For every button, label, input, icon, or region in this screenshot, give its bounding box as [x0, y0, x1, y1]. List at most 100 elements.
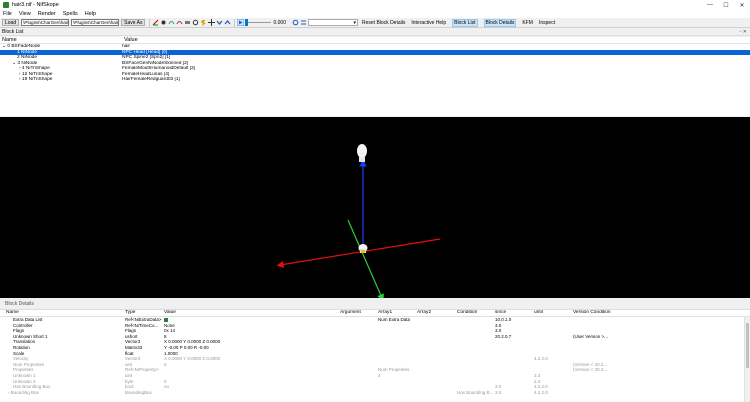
detail-value[interactable]: X 0.0000 Y 0.0000 Z 0.0000 — [164, 339, 339, 344]
draw-furniture-icon[interactable] — [184, 19, 191, 26]
column-name[interactable]: Name — [6, 310, 114, 315]
tree-node-value: NPC Head [Head] [0] — [122, 49, 168, 55]
menu-help[interactable]: Help — [85, 11, 96, 17]
tree-node-value: FemaleMouthHumanoidDefault [3] — [122, 66, 196, 72]
scrollbar-thumb[interactable] — [746, 323, 749, 368]
column-array2[interactable]: Array2 — [417, 310, 457, 315]
tree-row[interactable]: ⌄ 0 BSFadeNode hair — [0, 44, 750, 50]
tree-node-name: › 12 NiTriShape — [19, 71, 53, 77]
detail-name: Has Bounding Box — [13, 384, 51, 390]
block-details-column-header: Name Type Value Argument Array1 Array2 C… — [0, 310, 750, 317]
tree-row-selected[interactable]: 1 NiNode NPC Head [Head] [0] — [0, 49, 750, 55]
detail-name: Extra Data List — [13, 317, 43, 322]
column-value[interactable]: Value — [164, 310, 339, 315]
tree-node-value: BSFaceGenNiNodeSkinned [2] — [122, 60, 189, 66]
animation-select[interactable]: ▾ — [308, 19, 358, 26]
load-button[interactable]: Load — [2, 19, 20, 26]
save-as-button[interactable]: Save As — [121, 19, 146, 26]
view-flip-icon[interactable] — [224, 19, 231, 26]
detail-value[interactable]: None — [164, 323, 339, 328]
block-list-toggle[interactable]: Block List — [452, 18, 478, 27]
close-button[interactable]: ✕ — [734, 0, 750, 10]
detail-type: BoundingBox — [125, 389, 152, 395]
animation-time-value: 0.000 — [273, 19, 286, 26]
switch-animation-icon[interactable] — [300, 19, 307, 26]
detail-value[interactable]: 0 — [164, 379, 339, 384]
detail-type: bool — [125, 384, 134, 390]
detail-type: Ref<NiTimeCo... — [125, 322, 159, 328]
block-details-title: Block Details — [5, 301, 34, 307]
minimize-button[interactable]: — — [702, 0, 718, 10]
column-value[interactable]: Value — [122, 37, 138, 43]
load-path-input[interactable]: \Plugins\CharGen\hair3.nif — [21, 19, 70, 26]
column-until[interactable]: until — [534, 310, 572, 315]
play-animation-icon[interactable] — [237, 19, 245, 26]
detail-value[interactable]: 0x 14 — [164, 328, 339, 333]
detail-name: Unknown Short 1 — [13, 333, 48, 339]
tree-row[interactable]: › 19 NiTriShape HairFemaleRedguard03 [1] — [0, 77, 750, 83]
block-details-scrollbar[interactable] — [744, 317, 750, 402]
detail-value[interactable]: Y -0.00 P 0.00 R -0.00 — [164, 345, 339, 350]
inspect-toggle[interactable]: Inspect — [539, 20, 555, 26]
render-viewport[interactable] — [0, 117, 750, 302]
link-icon — [164, 317, 168, 322]
tree-row[interactable]: ⌄ 3 NiNode BSFaceGenNiNodeSkinned [2] — [0, 61, 750, 67]
draw-havok-icon[interactable] — [168, 19, 175, 26]
detail-version-condition: (User Version >... — [573, 333, 608, 339]
snap-icon[interactable] — [208, 19, 216, 26]
toolbar-separator — [234, 18, 236, 27]
panel-float-close-icon[interactable]: ▫ ✕ — [740, 29, 747, 35]
save-path-input[interactable]: \Plugins\CharGen\hair3.nif — [71, 19, 120, 26]
detail-value[interactable]: 1.0000 — [164, 351, 339, 356]
detail-type: Matrix33 — [125, 344, 143, 350]
column-array1[interactable]: Array1 — [378, 310, 416, 315]
detail-array1: Num Properties — [378, 367, 410, 373]
draw-nodes-icon[interactable] — [160, 19, 167, 26]
detail-type: uint — [125, 372, 133, 378]
detail-type: Ref<NiExtraData> — [125, 317, 162, 322]
maximize-button[interactable]: ☐ — [718, 0, 734, 10]
interactive-help-button[interactable]: Interactive Help — [411, 20, 446, 26]
tree-row[interactable]: 2 NiNode NPC Spine2 [Spn2] [1] — [0, 55, 750, 61]
menu-file[interactable]: File — [3, 11, 12, 17]
menu-view[interactable]: View — [19, 11, 31, 17]
column-type[interactable]: Type — [125, 310, 163, 315]
column-argument[interactable]: Argument — [340, 310, 376, 315]
lighting-icon[interactable] — [200, 19, 207, 26]
reset-block-details-button[interactable]: Reset Block Details — [362, 20, 405, 26]
window-title: hair3.nif - NifSkope — [12, 2, 59, 8]
detail-name: Velocity — [13, 356, 29, 362]
detail-value[interactable]: no — [164, 384, 339, 389]
detail-row[interactable]: › Bounding Box BoundingBox Has Bounding … — [0, 390, 750, 396]
draw-constraints-icon[interactable] — [176, 19, 183, 26]
column-condition[interactable]: Condition — [457, 310, 495, 315]
detail-value[interactable]: 8 — [164, 334, 339, 339]
draw-axes-icon[interactable] — [152, 19, 159, 26]
loop-icon[interactable] — [292, 19, 299, 26]
menu-bar: File View Render Spells Help — [0, 10, 750, 18]
tree-node-value: HairFemaleRedguard03 [1] — [122, 77, 180, 83]
menu-spells[interactable]: Spells — [63, 11, 78, 17]
show-hidden-icon[interactable] — [192, 19, 199, 26]
node-marker — [361, 250, 365, 253]
detail-name: Num Properties — [13, 361, 45, 367]
column-name[interactable]: Name — [0, 37, 122, 43]
detail-since: 3.0 — [495, 389, 502, 395]
tree-node-value: NPC Spine2 [Spn2] [1] — [122, 55, 171, 61]
tree-row[interactable]: › 4 NiTriShape FemaleMouthHumanoidDefaul… — [0, 66, 750, 72]
block-details-toggle[interactable]: Block Details — [483, 18, 517, 27]
head-model[interactable] — [357, 144, 367, 162]
detail-value[interactable]: 0 — [164, 362, 339, 367]
column-version-condition[interactable]: Version Condition — [573, 310, 633, 315]
detail-name: › Bounding Box — [8, 389, 39, 395]
view-walk-icon[interactable] — [216, 19, 223, 26]
column-since[interactable]: since — [495, 310, 533, 315]
tree-node-name: › 4 NiTriShape — [19, 66, 50, 72]
block-list-column-header: Name Value — [0, 37, 750, 44]
detail-value[interactable]: X 0.0000 Y 0.0000 Z 0.0000 — [164, 356, 339, 361]
detail-name: Unknown 2 — [13, 378, 36, 384]
menu-render[interactable]: Render — [38, 11, 56, 17]
tree-row[interactable]: › 12 NiTriShape FemaleHeadLunas [4] — [0, 72, 750, 78]
animation-time-slider[interactable] — [245, 19, 272, 26]
kfm-toggle[interactable]: KFM — [522, 20, 533, 26]
